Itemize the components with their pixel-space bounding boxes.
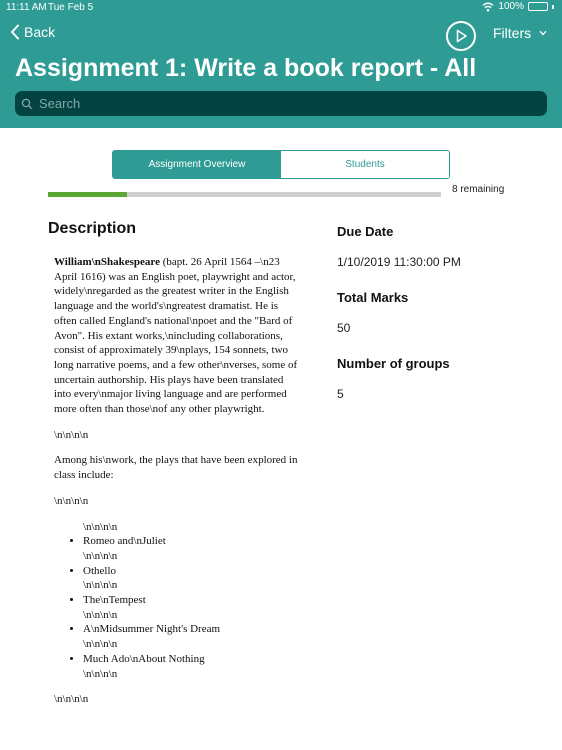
status-time: 11:11 AM [6, 2, 47, 13]
total-marks-value: 50 [337, 321, 351, 335]
plays-list: \n\n\n\n Romeo and\nJuliet \n\n\n\n Othe… [54, 520, 298, 682]
tab-students[interactable]: Students [281, 151, 449, 178]
description-heading: Description [48, 220, 137, 237]
list-separator: \n\n\n\n [83, 549, 118, 562]
separator-text: \n\n\n\n [54, 693, 89, 706]
list-separator: \n\n\n\n [83, 579, 118, 592]
list-item: The\nTempest [83, 593, 298, 608]
page-title: Assignment 1: Write a book report - All [15, 54, 477, 82]
play-button[interactable] [446, 21, 476, 51]
filters-label: Filters [493, 25, 532, 41]
progress-fill [48, 192, 127, 197]
author-name: William\nShakespeare [54, 256, 160, 268]
description-body: William\nShakespeare (bapt. 26 April 156… [54, 255, 298, 718]
separator-text: \n\n\n\n [54, 494, 89, 507]
chevron-down-icon [539, 30, 547, 36]
progress-bar [48, 192, 441, 197]
list-separator: \n\n\n\n [83, 608, 118, 621]
battery-icon [528, 2, 548, 11]
wifi-icon [482, 2, 494, 12]
description-paragraph: William\nShakespeare (bapt. 26 April 156… [54, 255, 298, 417]
status-date: Tue Feb 5 [48, 2, 94, 13]
plays-intro: Among his\nwork, the plays that have bee… [54, 454, 298, 482]
paragraph-text: (bapt. 26 April 1564 –\n23 April 1616) w… [54, 256, 298, 416]
list-item: Romeo and\nJuliet [83, 534, 298, 549]
tab-assignment-overview[interactable]: Assignment Overview [113, 151, 281, 178]
separator-text: \n\n\n\n [54, 428, 89, 441]
list-item: Much Ado\nAbout Nothing [83, 652, 298, 667]
list-separator: \n\n\n\n [83, 667, 118, 680]
search-input[interactable] [37, 95, 521, 112]
battery-percent: 100% [498, 1, 524, 12]
groups-label: Number of groups [337, 356, 450, 371]
filters-button[interactable]: Filters [493, 25, 547, 41]
list-separator: \n\n\n\n [83, 638, 118, 651]
total-marks-label: Total Marks [337, 290, 409, 305]
list-item: A\nMidsummer Night's Dream [83, 622, 298, 637]
header-bar: 11:11 AM Tue Feb 5 100% Back Filters Ass… [0, 0, 562, 128]
list-separator: \n\n\n\n [83, 520, 118, 533]
due-date-value: 1/10/2019 11:30:00 PM [337, 255, 461, 269]
back-label: Back [24, 24, 56, 40]
search-icon [21, 98, 33, 109]
chevron-left-icon [11, 24, 19, 40]
battery-tip [552, 4, 554, 9]
groups-value: 5 [337, 387, 344, 401]
remaining-count: 8 remaining [452, 184, 505, 195]
back-button[interactable]: Back [10, 24, 55, 40]
list-item: Othello [83, 564, 298, 579]
due-date-label: Due Date [337, 224, 394, 239]
segmented-control: Assignment Overview Students [112, 150, 450, 179]
status-right: 100% [482, 1, 554, 12]
play-icon [456, 29, 467, 43]
search-bar[interactable] [15, 91, 547, 116]
status-bar: 11:11 AM Tue Feb 5 100% [0, 0, 562, 14]
